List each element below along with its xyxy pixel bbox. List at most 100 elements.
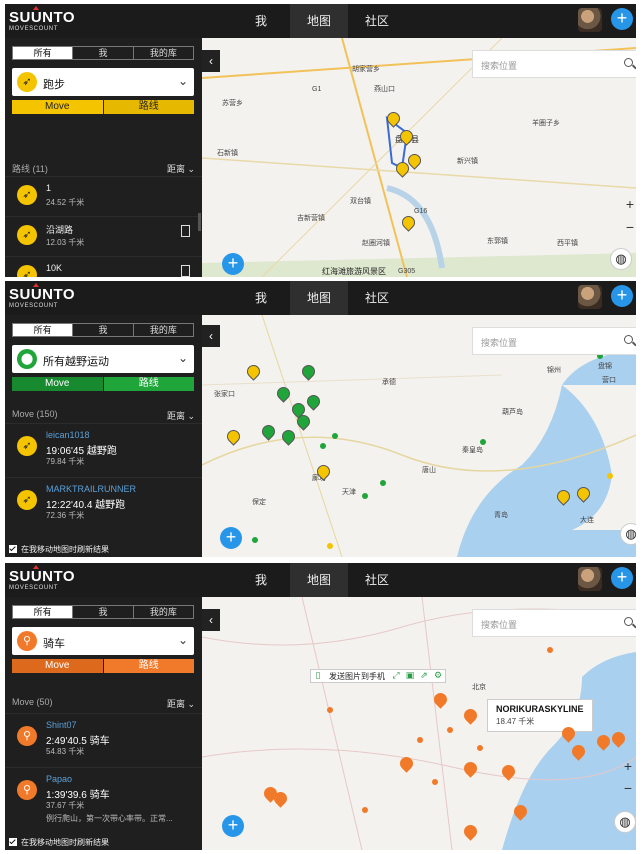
toggle-move[interactable]: Move [12,377,103,391]
zoom-out-button[interactable]: − [620,777,636,799]
nav-community[interactable]: 社区 [348,281,406,315]
move-dot[interactable] [380,480,386,486]
add-button[interactable]: + [222,253,244,275]
move-dot[interactable] [327,543,333,549]
route-popup[interactable]: NORIKURASKYLINE 18.47 千米 [487,699,593,732]
move-dot[interactable] [320,443,326,449]
move-dot[interactable] [332,433,338,439]
search-location[interactable]: 搜索位置 [472,327,636,355]
globe-icon[interactable]: ◍ [610,248,632,270]
globe-icon[interactable]: ◍ [620,523,636,545]
item-user[interactable]: Papao [46,774,72,784]
sort-select[interactable]: 距离 ⌄ [167,697,195,710]
move-dot[interactable] [327,707,333,713]
zoom-in-button[interactable]: + [622,193,636,215]
tab-me[interactable]: 我 [73,324,134,336]
list-item[interactable]: ➶ 1 24.52 千米 [5,176,202,216]
tab-me[interactable]: 我 [73,47,134,59]
activity-select[interactable]: ⬤ 所有越野运动 ⌄ [12,345,194,373]
list-item[interactable]: ➶ 10K [5,256,202,277]
sort-select[interactable]: 距离 ⌄ [167,162,195,175]
avatar[interactable] [578,285,602,309]
item-user[interactable]: Shint07 [46,720,77,730]
collapse-sidebar-button[interactable]: ‹ [202,50,220,72]
move-dot[interactable] [547,647,553,653]
item-user[interactable]: leican1018 [46,430,90,440]
move-dot[interactable] [477,745,483,751]
nav-map[interactable]: 地图 [290,281,348,315]
move-dot[interactable] [362,493,368,499]
share-icon[interactable]: ⇗ [417,669,431,683]
suunto-logo[interactable]: SUUNTO MOVESCOUNT [9,283,75,310]
nav-me[interactable]: 我 [232,563,290,597]
move-dot[interactable] [252,537,258,543]
move-dot[interactable] [362,807,368,813]
item-user[interactable]: MARKTRAILRUNNER [46,484,136,494]
globe-icon[interactable]: ◍ [614,811,636,833]
search-location[interactable]: 搜索位置 [472,609,636,637]
zoom-out-button[interactable]: − [622,216,636,238]
refresh-on-move-checkbox[interactable]: 在我移动地图时刷新结果 [9,837,109,848]
map-view[interactable]: 胡家营乡 苏营乡 G1 燕山口 吉新营镇 红海滩旅游风景区 G305 G16 双… [202,38,636,277]
bookmark-icon[interactable] [181,225,190,237]
nav-community[interactable]: 社区 [348,4,406,38]
list-item[interactable]: ➶ 沿湖路 12.03 千米 [5,216,202,256]
item-summary: 19:06'45 越野跑 [46,446,117,457]
nav-map[interactable]: 地图 [290,4,348,38]
nav-map[interactable]: 地图 [290,563,348,597]
map-view[interactable]: 张家口 承德 秦皇岛 唐山 天津 保定 廊坊 锦州 葫芦岛 营口 盘锦 大连 青… [202,315,636,557]
nav-community[interactable]: 社区 [348,563,406,597]
move-dot[interactable] [480,439,486,445]
list-item[interactable]: ⚲ Papao 1:39'39.6 骑车 37.67 千米 例行爬山，第一次带心… [5,767,202,829]
toggle-route[interactable]: 路线 [102,377,194,391]
tab-all[interactable]: 所有 [13,606,74,618]
sort-select[interactable]: 距离 ⌄ [167,409,195,422]
tab-me[interactable]: 我 [73,606,134,618]
activity-select[interactable]: ➶ 跑步 ⌄ [12,68,194,96]
toggle-route[interactable]: 路线 [102,100,194,114]
zoom-in-button[interactable]: + [620,755,636,777]
suunto-logo[interactable]: SUUNTO MOVESCOUNT [9,6,75,33]
avatar[interactable] [578,8,602,32]
list-item[interactable]: ⚲ Shint07 2:49'40.5 骑车 54.83 千米 [5,713,202,765]
collapse-sidebar-button[interactable]: ‹ [202,325,220,347]
add-button[interactable]: + [220,527,242,549]
add-button[interactable]: + [222,815,244,837]
move-dot[interactable] [447,727,453,733]
add-button[interactable]: + [611,567,633,589]
move-dot[interactable] [417,737,423,743]
list-item[interactable]: ➶ leican1018 19:06'45 越野跑 79.84 千米 [5,423,202,475]
logo-brand: SUUNTO [9,568,76,585]
nav-me[interactable]: 我 [232,4,290,38]
save-icon[interactable]: ▣ [403,669,417,683]
move-dot[interactable] [432,779,438,785]
move-dot[interactable] [607,473,613,479]
toggle-route[interactable]: 路线 [102,659,194,673]
list-item[interactable]: ➶ MARKTRAILRUNNER 12:22'40.4 越野跑 72.36 千… [5,477,202,529]
settings-icon[interactable]: ⚙ [431,669,445,683]
tab-all[interactable]: 所有 [13,47,74,59]
collapse-sidebar-button[interactable]: ‹ [202,609,220,631]
add-button[interactable]: + [611,8,633,30]
bicycle-icon: ⚲ [17,726,37,746]
activity-select[interactable]: ⚲ 骑车 ⌄ [12,627,194,655]
tab-all[interactable]: 所有 [13,324,74,336]
refresh-on-move-checkbox[interactable]: 在我移动地图时刷新结果 [9,544,109,555]
search-location[interactable]: 搜索位置 [472,50,636,78]
add-button[interactable]: + [611,285,633,307]
suunto-logo[interactable]: SUUNTO MOVESCOUNT [9,565,76,592]
bookmark-icon[interactable] [181,265,190,277]
avatar[interactable] [578,567,602,591]
toggle-move[interactable]: Move [12,659,103,673]
list-title: Move (150) [12,409,58,419]
expand-icon[interactable]: ⤢ [389,669,403,683]
send-to-phone-button[interactable]: 发送图片到手机 [325,671,389,682]
tab-library[interactable]: 我的库 [134,47,193,59]
map-view[interactable]: 北京 ▯ 发送图片到手机 ⤢ ▣ ⇗ ⚙ NORIKURASKYLINE 18.… [202,597,636,850]
toggle-move[interactable]: Move [12,100,103,114]
item-title: 1 [46,183,52,193]
tab-library[interactable]: 我的库 [134,606,193,618]
tab-library[interactable]: 我的库 [134,324,193,336]
scrollbar[interactable] [198,213,201,231]
nav-me[interactable]: 我 [232,281,290,315]
